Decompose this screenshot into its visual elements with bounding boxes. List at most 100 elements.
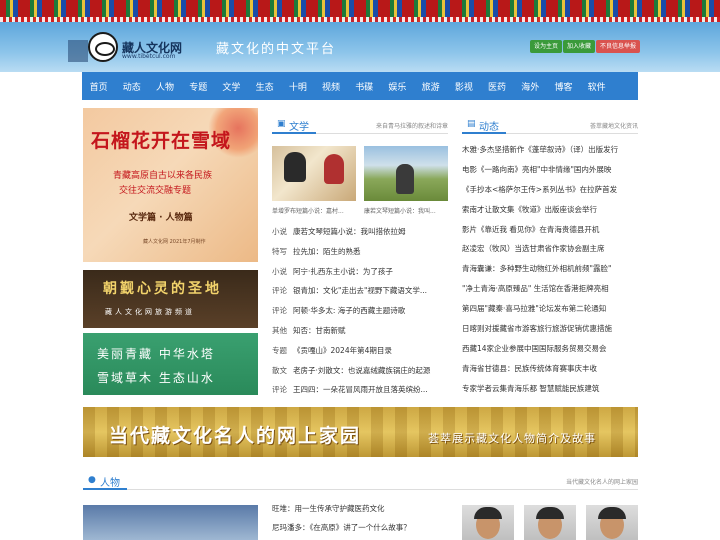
item-title[interactable]: 银青加：文化"走出去"视野下藏语文学... [293, 286, 427, 295]
item-category: 评论 [272, 306, 287, 316]
portrait-photo[interactable] [462, 505, 514, 540]
item-title[interactable]: 知否：甘南新赋 [293, 326, 346, 335]
decorative-strip [0, 0, 720, 22]
item-category: 散文 [272, 365, 287, 375]
banner-title: 石榴花开在雪域 [91, 130, 232, 152]
people-feature-photo[interactable] [83, 505, 258, 540]
news-item[interactable]: 西藏14家企业参展中国国际服务贸易交易会 [462, 339, 638, 359]
news-item[interactable]: 日喀则对援藏省市游客旅行旅游促销优惠措施 [462, 319, 638, 339]
item-title[interactable]: 阿顿·华多太: 海子的西藏主题诗歌 [293, 306, 405, 315]
section-underline [462, 132, 506, 134]
literature-thumbnail[interactable] [272, 146, 356, 201]
banner-subtitle: 藏人文化网旅游频道 [105, 308, 195, 316]
list-item[interactable]: 散文 老房子·刘散文：也说嘉绒藏族锅庄的起源 [272, 361, 448, 381]
ecology-banner[interactable]: 美丽青藏 中华水塔 雪域草木 生态山水 [83, 333, 258, 395]
thumbnail-caption[interactable]: 康若文琴短篇小说：我叫... [364, 206, 450, 215]
list-item[interactable]: 特写 拉先加：陌生的熟悉 [272, 242, 448, 262]
logo-url: www.tibetcul.com [122, 53, 176, 60]
pomegranate-banner[interactable]: 石榴花开在雪域 青藏高原自古以来各民族 交往交流交融专题 文学篇 · 人物篇 藏… [83, 108, 258, 262]
item-category: 评论 [272, 286, 287, 296]
news-list: 木雅·多杰坚措新作《蓬荜叙诗》（译）出版发行 电影《一路向南》亮相"中非情缘"国… [462, 140, 638, 399]
pilgrimage-banner[interactable]: 朝觐心灵的圣地 藏人文化网旅游频道 [83, 270, 258, 328]
list-item[interactable]: 专题 《贡嘎山》2024年第4期目录 [272, 341, 448, 361]
literature-list: 小说 康若文琴短篇小说：我叫措依拉姆 特写 拉先加：陌生的熟悉 小说 阿宁·扎西东主小… [272, 222, 448, 400]
news-item[interactable]: 木雅·多杰坚措新作《蓬荜叙诗》（译）出版发行 [462, 140, 638, 160]
news-item[interactable]: 第四届"藏秦·喜马拉雅"论坛发布第二轮通知 [462, 299, 638, 319]
literature-thumbnail[interactable] [364, 146, 448, 201]
item-category: 评论 [272, 385, 287, 395]
item-title[interactable]: 康若文琴短篇小说：我叫措依拉姆 [293, 227, 406, 236]
nav-item-news[interactable]: 动态 [115, 80, 148, 93]
nav-item-books[interactable]: 书碟 [348, 80, 381, 93]
section-desc: 来自青马拉雅的叙述和诗章 [375, 123, 448, 130]
palace-icon [68, 40, 88, 62]
report-button[interactable]: 不良信息举报 [596, 40, 641, 53]
portrait-photo[interactable] [586, 505, 638, 540]
set-homepage-button[interactable]: 设为主页 [530, 40, 563, 53]
section-title[interactable]: 文学 [289, 118, 309, 133]
banner-footnote: 藏人文化网 2021年7月制作 [143, 239, 206, 245]
list-item[interactable]: 评论 王四四：一朵花冒风雨开放且落英缤纷... [272, 380, 448, 400]
banner-title: 朝觐心灵的圣地 [103, 281, 222, 297]
nav-item-film[interactable]: 影视 [447, 80, 480, 93]
nav-item-travel[interactable]: 旅游 [414, 80, 447, 93]
list-item[interactable]: 小说 阿宁·扎西东主小说：为了孩子 [272, 262, 448, 282]
nav-item-literature[interactable]: 文学 [215, 80, 248, 93]
logo-icon[interactable] [68, 32, 118, 62]
nav-item-entertainment[interactable]: 娱乐 [381, 80, 414, 93]
main-nav: 首页 动态 人物 专题 文学 生态 十明 视频 书碟 娱乐 旅游 影视 医药 海… [82, 72, 638, 100]
nav-item-overseas[interactable]: 海外 [514, 80, 547, 93]
add-favorite-button[interactable]: 加入收藏 [563, 40, 596, 53]
site-header: 藏人文化网 www.tibetcul.com 藏文化的中文平台 设为主页 加入收… [0, 22, 720, 72]
news-item[interactable]: 电影《一路向南》亮相"中非情缘"国内外展映 [462, 160, 638, 180]
section-desc: 荟萃藏地文化资讯 [589, 123, 638, 130]
list-item[interactable]: 小说 康若文琴短篇小说：我叫措依拉姆 [272, 222, 448, 242]
section-title[interactable]: 动态 [479, 118, 499, 133]
nav-item-video[interactable]: 视频 [314, 80, 347, 93]
nav-item-topics[interactable]: 专题 [182, 80, 215, 93]
section-underline [272, 132, 316, 134]
item-category: 小说 [272, 227, 287, 236]
list-item[interactable]: 评论 阿顿·华多太: 海子的西藏主题诗歌 [272, 301, 448, 321]
banner-subtitle: 荟萃展示藏文化人物简介及故事 [428, 432, 596, 445]
list-item[interactable]: 旺堆：用一生传承守护藏医药文化 [272, 499, 448, 518]
news-item[interactable]: 影片《靠近我 看见你》在青海贵德县开机 [462, 220, 638, 240]
nav-item-ten-sciences[interactable]: 十明 [281, 80, 314, 93]
celebrity-home-banner[interactable]: 当代藏文化名人的网上家园 荟萃展示藏文化人物简介及故事 [83, 407, 638, 457]
item-title[interactable]: 阿宁·扎西东主小说：为了孩子 [293, 267, 393, 276]
item-title[interactable]: 老房子·刘散文：也说嘉绒藏族锅庄的起源 [293, 366, 430, 375]
banner-subtitle: 青藏高原自古以来各民族 [113, 171, 213, 181]
nav-item-blog[interactable]: 博客 [547, 80, 580, 93]
site-slogan: 藏文化的中文平台 [216, 42, 337, 57]
nav-item-home[interactable]: 首页 [82, 80, 115, 93]
person-icon: ● [88, 475, 96, 485]
news-item[interactable]: 赵凌宏（牧风）当选甘肃省作家协会副主席 [462, 239, 638, 259]
banner-subtitle: 交往交流交融专题 [119, 186, 192, 196]
nav-item-ecology[interactable]: 生态 [248, 80, 281, 93]
item-category: 特写 [272, 246, 287, 256]
news-item[interactable]: 青海省甘德县：民族传统体育赛事庆丰收 [462, 359, 638, 379]
nav-item-medicine[interactable]: 医药 [480, 80, 513, 93]
news-item[interactable]: 索南才让散文集《牧道》出版座谈会举行 [462, 200, 638, 220]
portrait-photo[interactable] [524, 505, 576, 540]
thumbnail-caption[interactable]: 单增罗布短篇小说：嘉村... [272, 206, 358, 215]
section-title[interactable]: 人物 [100, 474, 120, 489]
nav-item-software[interactable]: 软件 [580, 80, 613, 93]
news-section-header: ▤ 动态 荟萃藏地文化资讯 [462, 116, 638, 134]
list-item[interactable]: 其他 知否：甘南新赋 [272, 321, 448, 341]
item-title[interactable]: 王四四：一朵花冒风雨开放且落英缤纷... [293, 385, 428, 394]
item-title[interactable]: 拉先加：陌生的熟悉 [293, 247, 361, 256]
list-item[interactable]: 尼玛潘多：《在高原》讲了一个什么故事？ [272, 518, 448, 537]
list-item[interactable]: 评论 银青加：文化"走出去"视野下藏语文学... [272, 281, 448, 301]
people-section-header: ● 人物 当代藏文化名人的网上家园 [83, 472, 638, 490]
banner-line: 雪域草木 生态山水 [97, 371, 215, 385]
item-category: 小说 [272, 266, 287, 276]
item-title[interactable]: 《贡嘎山》2024年第4期目录 [293, 346, 392, 355]
literature-section-header: ▣ 文学 来自青马拉雅的叙述和诗章 [272, 116, 448, 134]
news-item[interactable]: 《手抄本<格萨尔王传>系列丛书》在拉萨首发 [462, 180, 638, 200]
item-category: 专题 [272, 345, 287, 355]
news-item[interactable]: "净土青海·高原臻品" 生活馆在香港拒牌亮相 [462, 279, 638, 299]
news-item[interactable]: 专家学者云集青海乐都 智慧赋能民族建筑 [462, 379, 638, 399]
nav-item-people[interactable]: 人物 [148, 80, 181, 93]
news-item[interactable]: 青海囊谦：多种野生动物红外相机前频"露脸" [462, 259, 638, 279]
